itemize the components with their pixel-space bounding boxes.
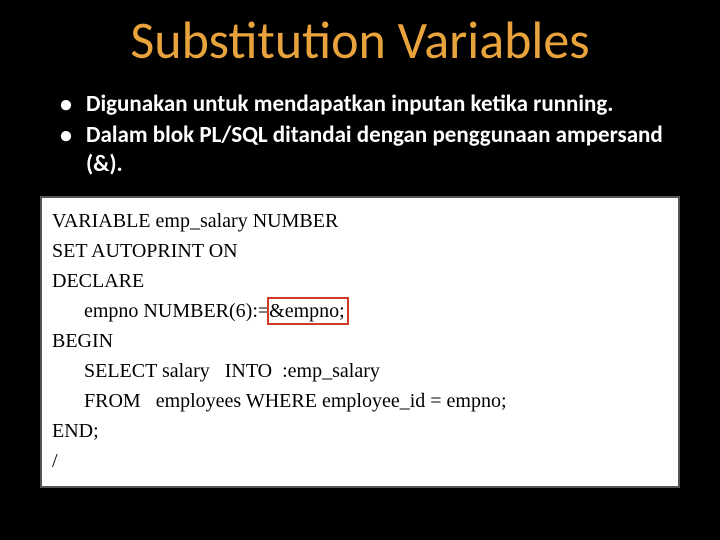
code-line: empno NUMBER(6):=&empno;	[52, 296, 668, 326]
bullet-item: Digunakan untuk mendapatkan inputan keti…	[60, 90, 680, 119]
code-line: /	[52, 446, 668, 476]
code-text: empno NUMBER(6):=	[84, 300, 269, 322]
code-line: DECLARE	[52, 266, 668, 296]
bullet-item: Dalam blok PL/SQL ditandai dengan penggu…	[60, 121, 680, 179]
code-block: VARIABLE emp_salary NUMBER SET AUTOPRINT…	[40, 196, 680, 488]
code-line: END;	[52, 416, 668, 446]
code-line: VARIABLE emp_salary NUMBER	[52, 206, 668, 236]
bullet-list: Digunakan untuk mendapatkan inputan keti…	[60, 90, 680, 178]
slide: Substitution Variables Digunakan untuk m…	[0, 0, 720, 540]
highlight-box: &empno;	[267, 297, 349, 325]
code-line: FROM employees WHERE employee_id = empno…	[52, 386, 668, 416]
code-line: BEGIN	[52, 326, 668, 356]
slide-title: Substitution Variables	[40, 8, 680, 72]
code-line: SELECT salary INTO :emp_salary	[52, 356, 668, 386]
code-line: SET AUTOPRINT ON	[52, 236, 668, 266]
